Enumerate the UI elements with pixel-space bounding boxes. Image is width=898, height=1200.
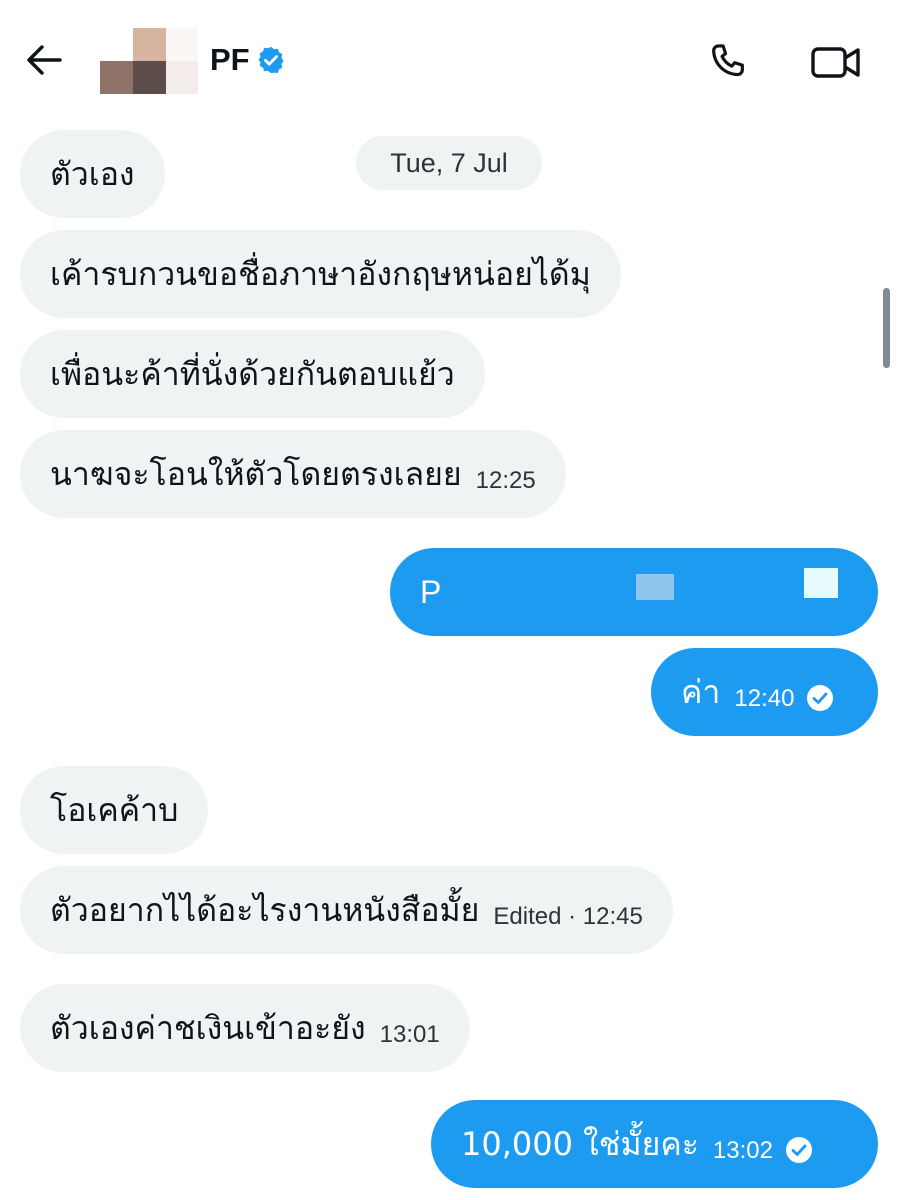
- message-received[interactable]: ตัวเอง: [20, 130, 165, 218]
- video-call-button[interactable]: [806, 34, 866, 90]
- message-received[interactable]: เพื่อนะค้าที่นั่งด้วยกันตอบแย้ว: [20, 330, 485, 418]
- redaction-block: [636, 574, 674, 600]
- back-button[interactable]: [22, 38, 66, 82]
- message-text: นาฆจะโอนให้ตัวโดยตรงเลยย: [50, 455, 462, 493]
- message-timestamp: 13:01: [379, 1021, 440, 1048]
- seen-check-icon: [806, 684, 834, 712]
- call-button[interactable]: [700, 34, 756, 90]
- message-text: ตัวเองค่าชเงินเข้าอะยัง: [50, 1009, 366, 1047]
- message-timestamp: 12:25: [475, 467, 536, 494]
- message-sent[interactable]: 10,000 ใช่มั้ยคะ 13:02: [431, 1100, 878, 1188]
- message-sent[interactable]: P: [390, 548, 878, 636]
- message-timestamp: Edited · 12:45: [493, 903, 643, 930]
- avatar[interactable]: [100, 28, 198, 94]
- message-text: ตัวเอง: [50, 155, 135, 193]
- message-received[interactable]: ตัวเองค่าชเงินเข้าอะยัง 13:01: [20, 984, 470, 1072]
- message-received[interactable]: ตัวอยากไได้อะไรงานหนังสือมั้ย Edited · 1…: [20, 866, 673, 954]
- seen-check-icon: [785, 1136, 813, 1164]
- message-received[interactable]: เค้ารบกวนขอชื่อภาษาอังกฤษหน่อยได้มุ: [20, 230, 621, 318]
- redaction-block: [804, 568, 838, 598]
- arrow-left-icon: [24, 40, 64, 80]
- message-text: 10,000 ใช่มั้ยคะ: [461, 1125, 699, 1163]
- video-camera-icon: [810, 42, 862, 82]
- message-text: P: [420, 574, 442, 610]
- message-timestamp: 13:02: [712, 1137, 773, 1164]
- contact-name[interactable]: PF: [210, 40, 286, 80]
- message-text: โอเคค้าบ: [50, 791, 179, 829]
- scrollbar-thumb[interactable]: [883, 288, 890, 368]
- message-text: ตัวอยากไได้อะไรงานหนังสือมั้ย: [50, 891, 480, 929]
- date-separator: Tue, 7 Jul: [356, 136, 542, 190]
- contact-name-text: PF: [210, 42, 250, 77]
- conversation-header: PF: [0, 0, 898, 118]
- message-text: เค้ารบกวนขอชื่อภาษาอังกฤษหน่อยได้มุ: [50, 255, 591, 293]
- message-received[interactable]: นาฆจะโอนให้ตัวโดยตรงเลยย 12:25: [20, 430, 566, 518]
- message-received[interactable]: โอเคค้าบ: [20, 766, 209, 854]
- phone-icon: [707, 41, 749, 83]
- message-text: เพื่อนะค้าที่นั่งด้วยกันตอบแย้ว: [50, 355, 455, 393]
- verified-badge-icon: [256, 45, 286, 75]
- message-sent[interactable]: ค่า 12:40: [651, 648, 878, 736]
- message-text: ค่า: [681, 673, 721, 711]
- message-timestamp: 12:40: [734, 685, 795, 712]
